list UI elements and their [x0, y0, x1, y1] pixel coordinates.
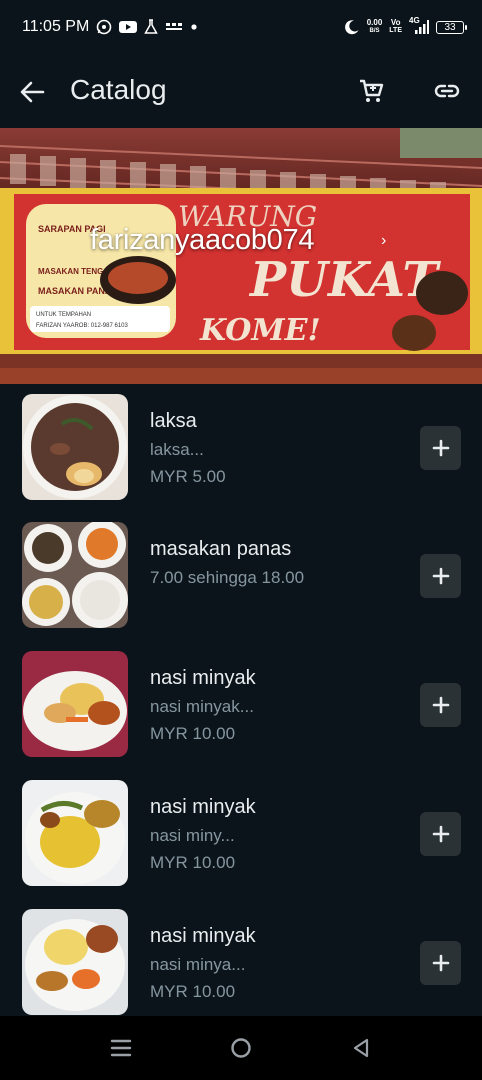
- plus-icon: [432, 567, 449, 585]
- banner-line-2: PUKAT: [248, 252, 441, 308]
- business-name[interactable]: farizanyaacob074: [90, 224, 314, 257]
- battery-icon: 33: [436, 20, 467, 34]
- item-price: MYR 5.00: [150, 467, 226, 486]
- item-info: nasi minyak nasi minyak... MYR 10.00: [150, 667, 400, 744]
- list-item[interactable]: nasi minyak nasi minya... MYR 10.00: [0, 899, 482, 1027]
- cover-banner[interactable]: SARAPAN PAGI MASAKAN TENGAH HARI MASAKAN…: [0, 128, 482, 384]
- list-item[interactable]: laksa laksa... MYR 5.00: [0, 384, 482, 512]
- net-speed: 0.00 B/S: [367, 19, 383, 35]
- item-price: MYR 10.00: [150, 982, 236, 1001]
- status-right: 0.00 B/S Vo LTE 4G 33: [344, 16, 467, 35]
- plus-icon: [432, 696, 449, 714]
- system-nav-bar: [0, 1016, 482, 1080]
- list-item[interactable]: masakan panas 7.00 sehingga 18.00: [0, 512, 482, 640]
- item-info: masakan panas 7.00 sehingga 18.00: [150, 538, 400, 595]
- item-name: masakan panas: [150, 538, 292, 560]
- banner-contact-label: UNTUK TEMPAHAN: [36, 312, 91, 318]
- volte-top: Vo: [390, 18, 401, 27]
- item-info: laksa laksa... MYR 5.00: [150, 410, 400, 487]
- home-icon[interactable]: [230, 1037, 252, 1059]
- item-description: nasi miny...: [150, 826, 235, 845]
- status-left: 11:05 PM: [22, 18, 198, 36]
- item-price: MYR 10.00: [150, 724, 236, 743]
- item-name: laksa: [150, 410, 197, 432]
- moon-icon: [344, 19, 360, 35]
- dot-icon: [190, 23, 198, 31]
- volte-indicator: Vo LTE: [389, 19, 402, 35]
- chevron-right-icon[interactable]: ›: [381, 232, 386, 250]
- volte-bottom: LTE: [389, 27, 402, 34]
- signal-icon: 4G: [409, 16, 429, 34]
- add-to-cart-button[interactable]: [420, 683, 461, 727]
- add-to-cart-button[interactable]: [420, 812, 461, 856]
- item-name: nasi minyak: [150, 925, 256, 947]
- add-to-cart-button[interactable]: [420, 426, 461, 470]
- item-description: laksa...: [150, 440, 204, 459]
- item-name: nasi minyak: [150, 667, 256, 689]
- app-bar: Catalog: [0, 54, 482, 128]
- status-bar: 11:05 PM 0.00 B/S Vo LTE 4G 33: [0, 0, 482, 54]
- plus-icon: [432, 825, 449, 843]
- cart-icon[interactable]: [357, 77, 385, 105]
- add-to-cart-button[interactable]: [420, 554, 461, 598]
- plus-icon: [432, 954, 449, 972]
- battery-level: 33: [444, 21, 456, 33]
- banner-contact: FARIZAN YAAROB: 012-987 6103: [36, 323, 128, 329]
- link-icon[interactable]: [433, 77, 461, 105]
- banner-line-3: KOME!: [199, 313, 321, 348]
- back-arrow-icon[interactable]: [18, 78, 46, 106]
- item-thumbnail: [22, 780, 128, 886]
- list-item[interactable]: nasi minyak nasi miny... MYR 10.00: [0, 770, 482, 898]
- item-thumbnail: [22, 909, 128, 1015]
- item-description: nasi minyak...: [150, 697, 254, 716]
- add-to-cart-button[interactable]: [420, 941, 461, 985]
- net-speed-value: 0.00: [366, 18, 383, 27]
- roaming-icon: [165, 21, 183, 33]
- net-speed-unit: B/S: [369, 28, 380, 34]
- page-title: Catalog: [70, 74, 167, 105]
- item-thumbnail: [22, 394, 128, 500]
- network-type: 4G: [409, 16, 420, 25]
- item-price: MYR 10.00: [150, 853, 236, 872]
- item-thumbnail: [22, 651, 128, 757]
- item-description: 7.00 sehingga 18.00: [150, 568, 305, 587]
- flask-icon: [144, 19, 159, 35]
- item-description: nasi minya...: [150, 955, 246, 974]
- back-triangle-icon[interactable]: [350, 1037, 372, 1059]
- whatsapp-icon: [96, 19, 112, 35]
- status-time: 11:05 PM: [22, 18, 90, 35]
- item-thumbnail: [22, 522, 128, 628]
- item-info: nasi minyak nasi minya... MYR 10.00: [150, 925, 400, 1002]
- list-item[interactable]: nasi minyak nasi minyak... MYR 10.00: [0, 641, 482, 769]
- menu-icon[interactable]: [110, 1038, 132, 1058]
- item-info: nasi minyak nasi miny... MYR 10.00: [150, 796, 400, 873]
- item-name: nasi minyak: [150, 796, 256, 818]
- youtube-icon: [119, 20, 138, 34]
- plus-icon: [432, 439, 449, 457]
